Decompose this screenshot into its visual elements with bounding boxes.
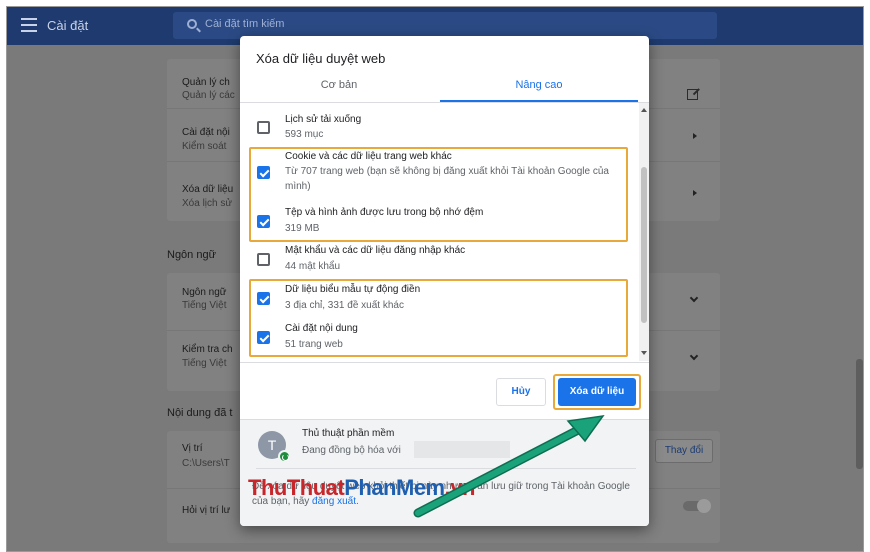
row-subtitle: Tiếng Việt <box>182 300 227 311</box>
external-link-icon[interactable] <box>687 89 698 100</box>
page-scrollbar[interactable] <box>856 359 863 469</box>
dialog-title: Xóa dữ liệu duyệt web <box>256 51 386 66</box>
scroll-down-icon[interactable] <box>641 351 647 355</box>
redacted-email <box>414 441 510 458</box>
row-subtitle: Quản lý các <box>182 90 235 101</box>
settings-title: Cài đặt <box>47 18 89 33</box>
change-location-button[interactable]: Thay đổi <box>655 439 713 463</box>
row-subtitle: Xóa lịch sử <box>182 198 233 209</box>
options-list: Lịch sử tải xuống 593 mục Cookie và các … <box>240 103 640 361</box>
search-icon <box>187 19 197 29</box>
row-subtitle: Kiểm soát <box>182 141 227 152</box>
footer-divider <box>256 468 636 469</box>
row-title: Kiểm tra ch <box>182 344 233 355</box>
hamburger-menu-icon[interactable] <box>21 18 37 32</box>
watermark-logo: ThuThuatPhanMem.vn <box>248 475 475 501</box>
row-title: Cài đặt nội <box>182 127 230 138</box>
option-detail: 44 mật khẩu <box>285 261 341 272</box>
tab-advanced[interactable]: Nâng cao <box>440 72 638 102</box>
section-heading: Nội dung đã t <box>167 407 233 419</box>
watermark-part: PhanMem <box>344 475 445 500</box>
dialog-scrollbar[interactable] <box>639 103 649 361</box>
row-title: Quản lý ch <box>182 77 230 88</box>
section-heading: Ngôn ngữ <box>167 249 216 261</box>
account-footer: T Thủ thuật phần mềm Đang đồng bộ hóa vớ… <box>240 419 649 526</box>
watermark-part: ThuThuat <box>248 475 345 500</box>
arrow-right-icon <box>693 190 697 196</box>
search-input[interactable] <box>205 18 685 30</box>
option-title: Lịch sử tải xuống <box>285 114 362 125</box>
scroll-up-icon[interactable] <box>641 108 647 112</box>
actions-divider <box>240 362 649 363</box>
sync-icon <box>278 450 291 463</box>
account-sync-status: Đang đồng bộ hóa với <box>302 445 401 456</box>
arrow-right-icon <box>693 133 697 139</box>
row-title: Xóa dữ liệu <box>182 184 234 195</box>
row-title: Vị trí <box>182 443 203 454</box>
checkbox[interactable] <box>257 121 270 134</box>
chevron-down-icon[interactable] <box>689 351 699 361</box>
watermark-part: .vn <box>444 475 476 500</box>
highlight-box <box>249 279 628 357</box>
row-title: Hỏi vị trí lư <box>182 505 231 516</box>
clear-data-button[interactable]: Xóa dữ liệu <box>558 378 636 406</box>
clear-browsing-data-dialog: Xóa dữ liệu duyệt web Cơ bản Nâng cao Lị… <box>240 36 649 526</box>
ask-location-toggle[interactable] <box>683 499 711 513</box>
option-title: Mật khẩu và các dữ liệu đăng nhập khác <box>285 245 466 256</box>
highlight-box <box>249 147 628 242</box>
cancel-button[interactable]: Hủy <box>496 378 546 406</box>
chevron-down-icon[interactable] <box>689 293 699 303</box>
option-detail: 593 mục <box>285 129 324 140</box>
account-name: Thủ thuật phần mềm <box>302 428 395 439</box>
scroll-thumb[interactable] <box>641 167 647 323</box>
checkbox[interactable] <box>257 253 270 266</box>
tab-basic[interactable]: Cơ bản <box>240 72 438 102</box>
row-title: Ngôn ngữ <box>182 287 227 298</box>
settings-search[interactable] <box>173 12 717 39</box>
row-subtitle: Tiếng Việt <box>182 358 227 369</box>
row-subtitle: C:\Users\T <box>182 458 230 469</box>
